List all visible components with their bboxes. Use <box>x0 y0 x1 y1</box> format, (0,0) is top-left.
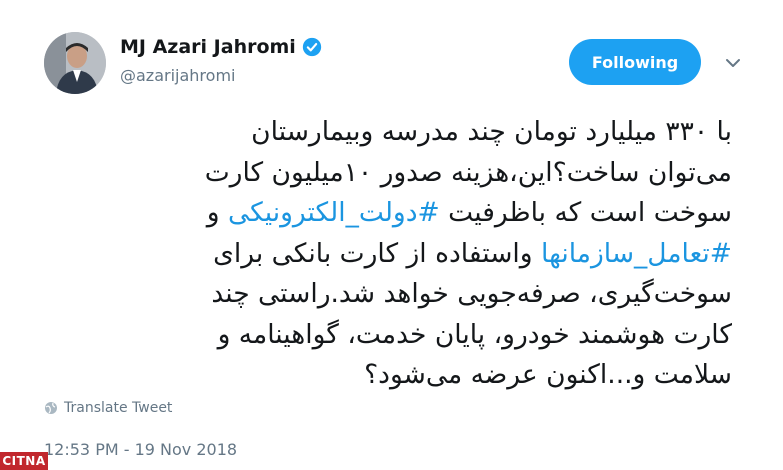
hashtag-link[interactable]: #دولت_الکترونیکی <box>228 197 440 228</box>
hashtag-link[interactable]: #تعامل_سازمانها <box>541 238 732 269</box>
translate-tweet-link[interactable]: Translate Tweet <box>44 400 172 416</box>
translate-tweet-label[interactable]: Translate Tweet <box>64 400 172 416</box>
tweet-line-7: سلامت و...اکنون عرضه می‌شود؟ <box>364 359 732 390</box>
tweet-line-3-suffix: و <box>206 197 220 228</box>
tweet-line-6: کارت هوشمند خودرو، پایان خدمت، گواهینامه… <box>217 318 732 350</box>
tweet-line-3-prefix: سوخت است که باظرفیت <box>448 197 732 228</box>
tweet-line-2: می‌توان ساخت؟این،هزینه صدور ۱۰میلیون کار… <box>204 156 732 188</box>
globe-icon <box>45 402 57 414</box>
profile-name[interactable]: MJ Azari Jahromi <box>120 36 296 58</box>
profile-name-row[interactable]: MJ Azari Jahromi <box>120 36 322 58</box>
verified-badge-icon <box>302 37 321 57</box>
watermark-logo: CITNA <box>0 452 48 470</box>
profile-handle[interactable]: @azarijahromi <box>120 66 235 85</box>
tweet-line-5: سوخت‌گیری، صرفه‌جویی خواهد شد.راستی چند <box>211 278 732 309</box>
avatar-image <box>44 32 106 94</box>
tweet-line-1: با ۳۳۰ میلیارد تومان چند مدرسه وبیمارستا… <box>251 116 732 147</box>
avatar[interactable] <box>44 32 106 94</box>
tweet-text: با ۳۳۰ میلیارد تومان چند مدرسه وبیمارستا… <box>90 112 732 396</box>
tweet-timestamp[interactable]: 12:53 PM - 19 Nov 2018 <box>44 440 237 459</box>
chevron-down-icon[interactable] <box>724 56 742 70</box>
following-button[interactable]: Following <box>569 39 701 85</box>
tweet-line-4-suffix: واستفاده از کارت بانکی برای <box>213 237 533 269</box>
